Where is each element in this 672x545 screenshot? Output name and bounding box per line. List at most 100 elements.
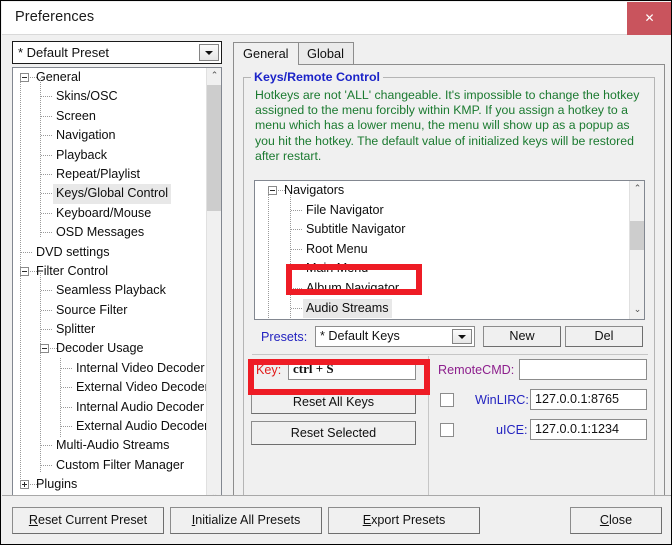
reset-current-preset-button[interactable]: Reset Current Preset: [12, 507, 164, 534]
initialize-all-presets-label: Initialize All Presets: [191, 513, 301, 527]
preset-select[interactable]: * Default Preset: [12, 41, 222, 64]
tab-general[interactable]: General: [233, 42, 299, 65]
preset-select-arrow-button[interactable]: [199, 44, 219, 61]
tree-item[interactable]: Splitter: [13, 320, 207, 339]
close-button[interactable]: Close: [570, 507, 662, 534]
tree-item-label: Main Menu: [306, 261, 369, 276]
collapse-icon[interactable]: [40, 344, 49, 354]
command-tree-vscroll-thumb[interactable]: [630, 221, 644, 250]
tree-item[interactable]: Filter Control: [13, 262, 207, 281]
initialize-all-presets-button[interactable]: Initialize All Presets: [170, 507, 322, 534]
uice-value: 127.0.0.1:1234: [535, 422, 620, 436]
tree-item[interactable]: OSD Messages: [13, 223, 207, 242]
command-tree[interactable]: Navigators File Navigator Subtitle Navigat…: [254, 180, 645, 320]
new-preset-label: New: [509, 329, 535, 343]
reset-all-keys-button[interactable]: Reset All Keys: [251, 390, 416, 414]
tree-connector: [41, 232, 52, 234]
tree-item[interactable]: Multi-Audio Streams: [13, 436, 207, 455]
key-input[interactable]: ctrl + S: [288, 359, 416, 380]
winlirc-input[interactable]: 127.0.0.1:8765: [530, 389, 647, 410]
tree-item-label: Plugins: [36, 477, 78, 492]
del-preset-label: Del: [594, 329, 614, 343]
tree-item[interactable]: Keys/Global Control: [13, 184, 207, 204]
preset-select-value: * Default Preset: [18, 45, 110, 60]
tree-item[interactable]: Screen: [13, 107, 207, 126]
collapse-icon[interactable]: [268, 186, 277, 195]
tree-item-label: Keyboard/Mouse: [56, 205, 152, 220]
tree-item[interactable]: Main Menu: [255, 259, 629, 279]
tab-page-general: Keys/Remote Control Hotkeys are not 'ALL…: [233, 64, 665, 522]
tree-item[interactable]: Navigators: [255, 181, 629, 201]
key-label: Key:: [256, 363, 282, 377]
tree-connector: [291, 287, 302, 289]
tree-item[interactable]: Skins/OSC: [13, 87, 207, 106]
tree-item[interactable]: Internal Video Decoder: [13, 359, 207, 378]
settings-tree-list: General Skins/OSC Screen Navigation Playback…: [13, 68, 207, 500]
reset-selected-button[interactable]: Reset Selected: [251, 421, 416, 445]
presets-label: Presets:: [261, 330, 308, 344]
tree-item[interactable]: Keyboard/Mouse: [13, 204, 207, 223]
scroll-down-icon[interactable]: ⌄: [630, 302, 644, 319]
tree-item[interactable]: Decoder Usage: [13, 339, 207, 358]
tree-item[interactable]: Internal Audio Decoder: [13, 398, 207, 417]
del-preset-button[interactable]: Del: [565, 326, 643, 347]
uice-input[interactable]: 127.0.0.1:1234: [530, 419, 647, 440]
winlirc-checkbox[interactable]: [440, 393, 454, 407]
settings-tree-vscrollbar[interactable]: ⌃ ⌄: [206, 68, 221, 504]
close-window-button[interactable]: ✕: [627, 2, 671, 35]
settings-tree[interactable]: General Skins/OSC Screen Navigation Playback…: [12, 67, 222, 522]
export-presets-button[interactable]: Export Presets: [328, 507, 480, 534]
tree-connector: [291, 248, 302, 250]
tree-item[interactable]: Repeat/Playlist: [13, 165, 207, 184]
preset-keys-select[interactable]: * Default Keys: [315, 326, 475, 347]
tree-item-label: Skins/OSC: [56, 89, 118, 104]
scroll-up-icon[interactable]: ⌃: [630, 181, 644, 198]
tree-item[interactable]: Plugins: [13, 475, 207, 494]
tree-connector: [41, 329, 52, 331]
expand-icon[interactable]: [20, 480, 29, 490]
tree-connector: [40, 78, 41, 238]
tree-item-label: OSD Messages: [56, 225, 145, 240]
divider: [252, 354, 648, 355]
tree-item-label: Root Menu: [306, 241, 368, 256]
collapse-icon[interactable]: [20, 73, 29, 82]
tree-item[interactable]: External Video Decoder: [13, 378, 207, 397]
uice-checkbox[interactable]: [440, 423, 454, 437]
close-icon: ✕: [644, 11, 655, 25]
tree-connector: [41, 96, 52, 98]
collapse-icon[interactable]: [20, 266, 29, 276]
tree-item[interactable]: Navigation: [13, 126, 207, 145]
tree-item-label: Splitter: [56, 322, 96, 337]
tree-item-label: DVD settings: [36, 244, 110, 259]
tree-item-label: External Video Decoder: [76, 380, 207, 395]
chevron-down-icon: [458, 334, 466, 339]
tree-item[interactable]: Subtitle Navigator: [255, 220, 629, 240]
tree-item-label: General: [36, 70, 81, 84]
tree-connector: [61, 426, 72, 428]
tree-item[interactable]: Seamless Playback: [13, 281, 207, 300]
tree-item-label: Source Filter: [56, 302, 128, 317]
tree-connector: [60, 358, 61, 438]
new-preset-button[interactable]: New: [483, 326, 561, 347]
tree-item[interactable]: Audio Streams: [255, 298, 629, 319]
command-tree-vscrollbar[interactable]: ⌃ ⌄: [629, 181, 644, 319]
settings-tree-vscroll-thumb[interactable]: [207, 85, 221, 211]
tree-item[interactable]: Playback: [13, 146, 207, 165]
tree-item[interactable]: General: [13, 68, 207, 87]
tree-item[interactable]: Subtitle Streams: [255, 318, 629, 319]
tree-item[interactable]: Source Filter: [13, 301, 207, 320]
remotecmd-input[interactable]: [519, 359, 647, 380]
tree-item[interactable]: File Navigator: [255, 201, 629, 221]
tree-item[interactable]: Album Navigator: [255, 279, 629, 299]
tree-item[interactable]: Root Menu: [255, 240, 629, 260]
tab-global[interactable]: Global: [297, 42, 354, 65]
tree-item-label: Internal Audio Decoder: [76, 399, 205, 414]
preset-keys-arrow-button[interactable]: [452, 329, 472, 344]
tree-item[interactable]: External Audio Decoder: [13, 417, 207, 436]
tree-item-label: Decoder Usage: [56, 341, 144, 356]
tree-connector: [41, 115, 52, 117]
tree-item[interactable]: DVD settings: [13, 243, 207, 262]
tree-item[interactable]: Custom Filter Manager: [13, 456, 207, 475]
title-bar: Preferences ✕: [2, 2, 671, 35]
scroll-up-icon[interactable]: ⌃: [207, 68, 221, 85]
